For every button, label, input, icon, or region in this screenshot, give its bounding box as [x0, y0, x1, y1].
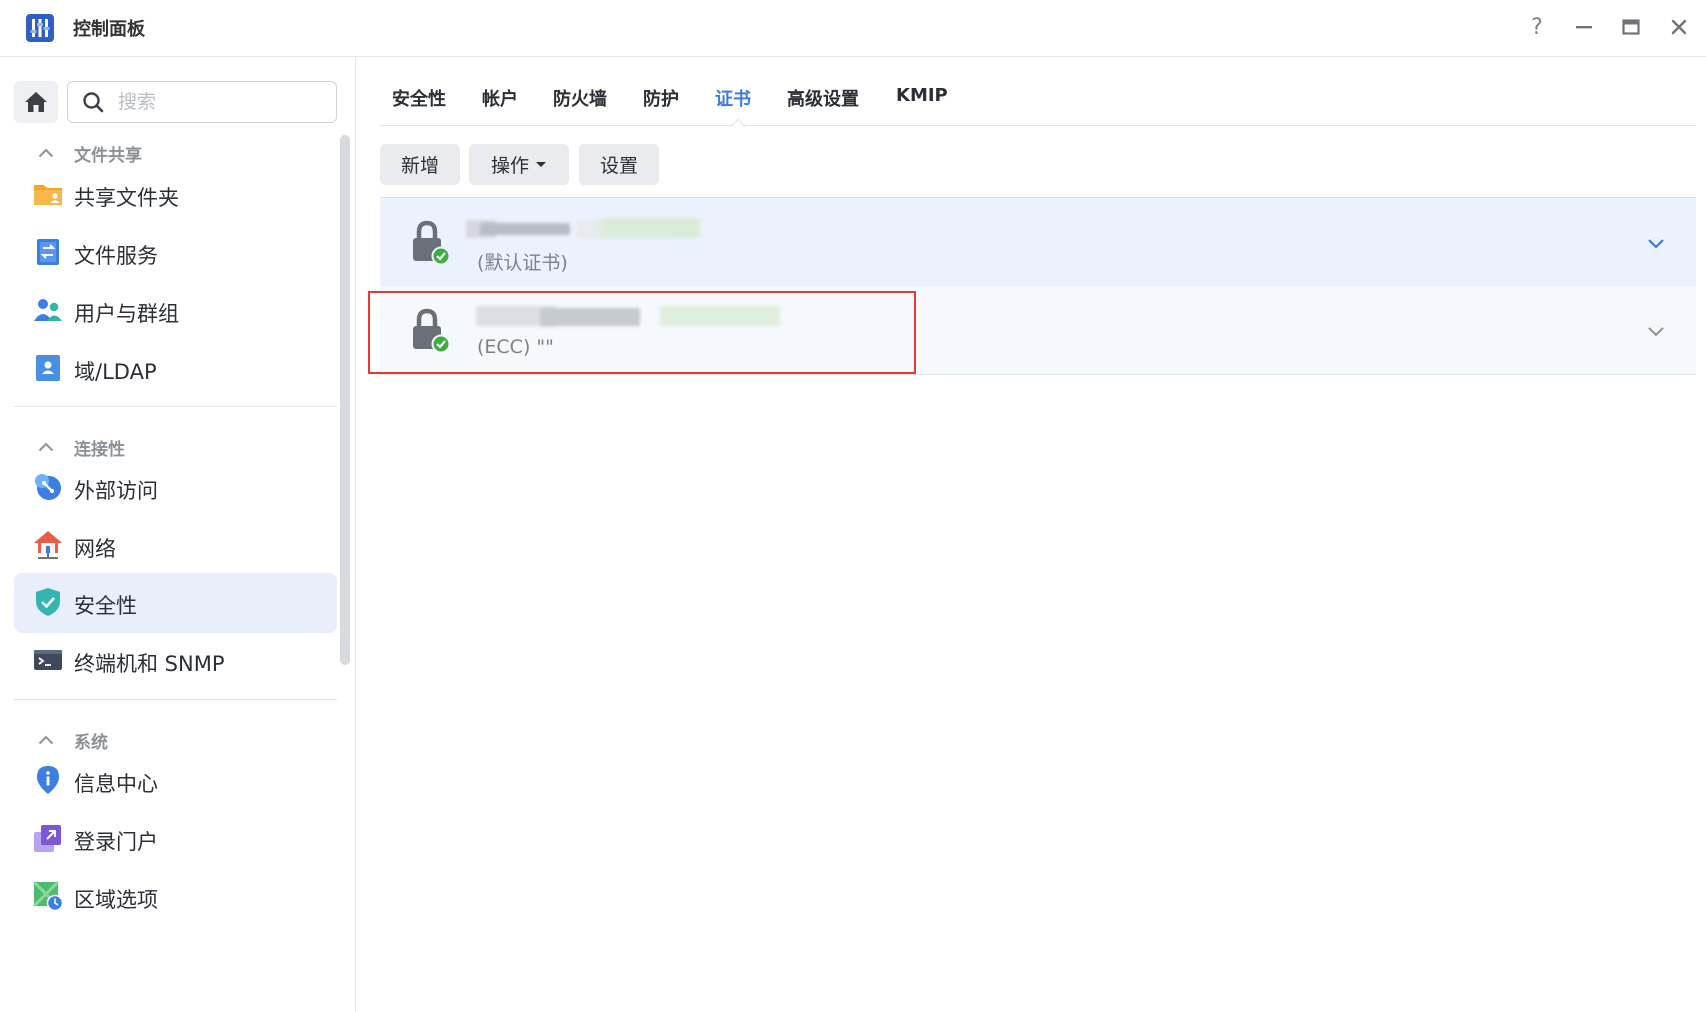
search-box [67, 81, 337, 123]
sidebar-item-external-access[interactable]: 外部访问 [14, 458, 337, 518]
home-button[interactable] [14, 81, 58, 123]
shield-icon [36, 588, 60, 616]
sidebar-item-label: 安全性 [74, 594, 137, 618]
sidebar-item-label: 登录门户 [74, 830, 158, 854]
sidebar-item-domain-ldap[interactable]: 域/LDAP [14, 339, 337, 399]
regional-options-icon [32, 880, 64, 912]
help-button[interactable]: ? [1522, 12, 1552, 42]
sidebar-item-login-portal[interactable]: 登录门户 [14, 809, 337, 869]
sidebar: 文件共享 共享文件夹 文件服务 [0, 57, 356, 1012]
sidebar-item-network[interactable]: 网络 [14, 516, 337, 576]
terminal-icon [34, 650, 62, 670]
tab-kmip[interactable]: KMIP [896, 85, 948, 106]
close-icon [1671, 19, 1687, 35]
title-bar: 控制面板 ? [0, 0, 1706, 57]
sidebar-item-file-services[interactable]: 文件服务 [14, 223, 337, 283]
chevron-up-icon [38, 735, 54, 745]
tab-protection[interactable]: 防护 [643, 85, 679, 111]
sidebar-item-regional-options[interactable]: 区域选项 [14, 867, 337, 927]
sidebar-item-label: 文件服务 [74, 244, 158, 268]
settings-button-label: 设置 [599, 155, 638, 177]
sidebar-item-label: 域/LDAP [74, 360, 157, 384]
chevron-up-icon [38, 442, 54, 452]
external-access-icon [35, 474, 61, 500]
tab-certificate[interactable]: 证书 [715, 85, 751, 111]
tab-security[interactable]: 安全性 [392, 85, 446, 111]
tab-bar: 安全性 帐户 防火墙 防护 证书 高级设置 KMIP [380, 57, 1696, 128]
group-header-connectivity[interactable]: 连接性 [38, 433, 125, 461]
tab-firewall[interactable]: 防火墙 [553, 85, 607, 111]
control-panel-app-icon [26, 14, 54, 42]
sidebar-item-label: 用户与群组 [74, 302, 179, 326]
certificate-row-default[interactable]: (默认证书) [380, 197, 1696, 287]
add-button[interactable]: 新增 [380, 144, 460, 185]
help-icon: ? [1531, 14, 1543, 40]
info-icon [37, 766, 59, 794]
control-panel-window: 控制面板 ? 文件共享 [0, 0, 1706, 1012]
chevron-down-icon[interactable] [1646, 324, 1666, 338]
sidebar-item-shared-folder[interactable]: 共享文件夹 [14, 165, 337, 225]
group-label: 连接性 [74, 439, 125, 460]
sidebar-item-users-groups[interactable]: 用户与群组 [14, 281, 337, 341]
action-dropdown-button[interactable]: 操作 [469, 144, 569, 185]
redacted-name-block [600, 218, 700, 238]
tab-account[interactable]: 帐户 [482, 85, 518, 111]
sidebar-item-terminal-snmp[interactable]: 终端机和 SNMP [14, 631, 337, 691]
sidebar-divider [14, 406, 337, 407]
sidebar-divider [14, 699, 337, 700]
maximize-icon [1622, 19, 1640, 35]
group-header-file-sharing[interactable]: 文件共享 [38, 139, 142, 167]
sidebar-item-label: 区域选项 [74, 888, 158, 912]
chevron-up-icon [38, 148, 54, 158]
redacted-name-block [480, 223, 570, 235]
group-label: 文件共享 [74, 145, 142, 166]
caret-down-icon [536, 161, 546, 167]
sidebar-item-label: 信息中心 [74, 772, 158, 796]
home-icon [25, 92, 47, 112]
sidebar-item-label: 网络 [74, 537, 116, 561]
sidebar-item-label: 外部访问 [74, 479, 158, 503]
ldap-icon [36, 355, 60, 381]
folder-icon [34, 185, 62, 205]
sidebar-item-info-center[interactable]: 信息中心 [14, 751, 337, 811]
login-portal-icon [34, 825, 61, 852]
highlight-box [368, 291, 916, 374]
certificate-lock-icon [413, 220, 451, 266]
window-title: 控制面板 [73, 19, 145, 40]
sidebar-item-label: 共享文件夹 [74, 186, 179, 210]
action-button-label: 操作 [490, 155, 529, 177]
chevron-down-icon[interactable] [1646, 236, 1666, 250]
tab-advanced[interactable]: 高级设置 [787, 85, 859, 111]
group-header-system[interactable]: 系统 [38, 726, 108, 754]
minimize-button[interactable] [1569, 12, 1599, 42]
certificate-subtitle: (默认证书) [477, 252, 568, 274]
sidebar-scrollbar[interactable] [340, 135, 350, 665]
search-input[interactable] [116, 88, 320, 116]
network-icon [34, 531, 62, 559]
sidebar-item-label: 终端机和 SNMP [74, 652, 225, 676]
file-services-icon [37, 239, 59, 265]
active-tab-caret-icon [731, 118, 745, 128]
settings-button[interactable]: 设置 [579, 144, 659, 185]
minimize-icon [1576, 26, 1592, 29]
close-button[interactable] [1664, 12, 1694, 42]
group-label: 系统 [74, 732, 108, 753]
search-icon [83, 92, 104, 113]
users-icon [34, 299, 62, 321]
maximize-button[interactable] [1616, 12, 1646, 42]
sidebar-item-security[interactable]: 安全性 [14, 573, 337, 633]
add-button-label: 新增 [400, 155, 439, 177]
